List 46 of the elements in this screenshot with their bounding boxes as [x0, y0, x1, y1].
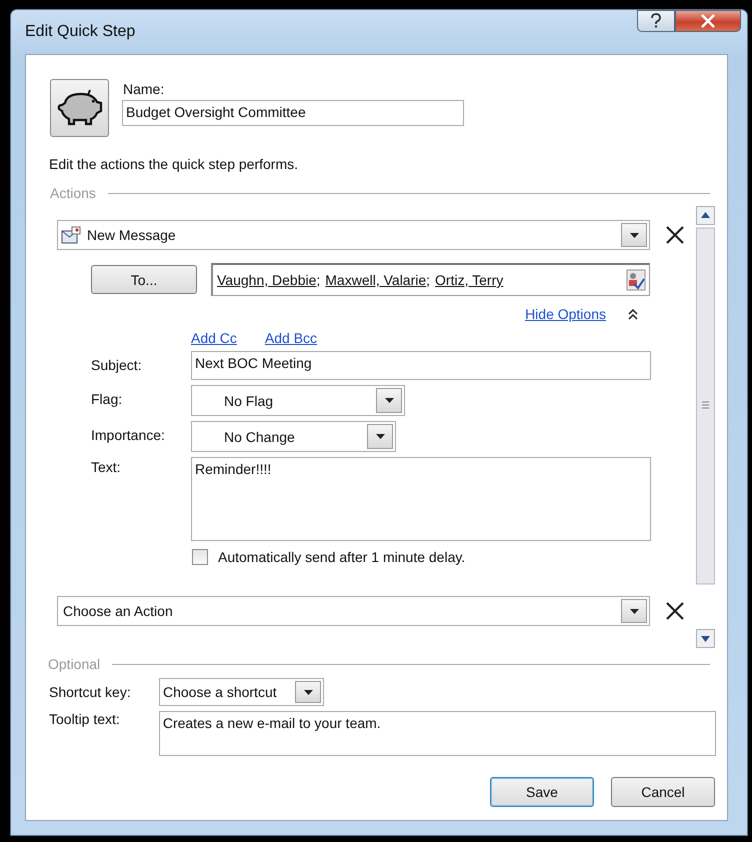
section-heading: Optional [48, 656, 100, 672]
add-bcc-link[interactable]: Add Bcc [264, 330, 318, 348]
delete-icon[interactable] [666, 226, 684, 244]
dialog-button[interactable]: Save [490, 777, 594, 807]
field-label: Text: [91, 458, 122, 477]
section-heading: Actions [50, 185, 96, 201]
action-dropdown[interactable]: Choose an Action [57, 596, 650, 626]
icon-picker-button[interactable] [50, 79, 109, 137]
window-title: Edit Quick Step [25, 23, 136, 41]
hide-options-link[interactable]: Hide Options [525, 306, 606, 322]
field-label: Importance: [91, 426, 166, 445]
scroll-down-button[interactable] [696, 629, 715, 648]
dialog-button[interactable]: Cancel [611, 777, 715, 807]
tooltip-text-field[interactable]: Creates a new e-mail to your team. [158, 711, 716, 756]
collapse-chevron-icon[interactable] [628, 308, 638, 320]
name-field[interactable]: Budget Oversight Committee [122, 100, 464, 126]
name-label: Name: [123, 81, 166, 97]
option-dropdown[interactable]: No Flag [191, 385, 405, 416]
subject-field[interactable]: Next BOC Meeting [191, 351, 651, 380]
check-names-icon[interactable] [626, 269, 646, 291]
help-icon [649, 13, 663, 29]
checkbox-label: Automatically send after 1 minute delay. [218, 549, 466, 565]
instructions-text: Edit the actions the quick step performs. [49, 155, 300, 173]
add-cc-link[interactable]: Add Cc [191, 330, 237, 348]
piggy-bank-icon [56, 89, 102, 127]
checkbox[interactable] [192, 549, 208, 565]
recipient-name[interactable]: Vaughn, Debbie [217, 272, 316, 288]
recipient-name[interactable]: Ortiz, Terry [435, 272, 504, 288]
close-icon [700, 14, 716, 28]
field-label: Subject: [91, 356, 143, 375]
help-button[interactable] [637, 10, 675, 32]
field-label: Flag: [91, 390, 124, 409]
separator-text: ; [426, 272, 430, 288]
separator-text: ; [316, 272, 320, 288]
shortcut-key-label: Shortcut key: [49, 684, 132, 700]
delete-icon[interactable] [666, 602, 684, 620]
new-message-icon [60, 225, 82, 245]
to-button[interactable]: To... [91, 265, 197, 294]
close-button[interactable] [675, 10, 741, 32]
action-dropdown[interactable]: New Message [57, 220, 650, 250]
option-dropdown[interactable]: No Change [191, 421, 396, 452]
recipients-field[interactable]: Vaughn, Debbie; Maxwell, Valarie; Ortiz, Terry [211, 263, 650, 296]
tooltip-text-label: Tooltip text: [49, 711, 121, 727]
shortcut-dropdown[interactable]: Choose a shortcut [159, 678, 324, 706]
message-text-field[interactable]: Reminder!!!! [191, 457, 651, 541]
recipient-name[interactable]: Maxwell, Valarie [325, 272, 426, 288]
